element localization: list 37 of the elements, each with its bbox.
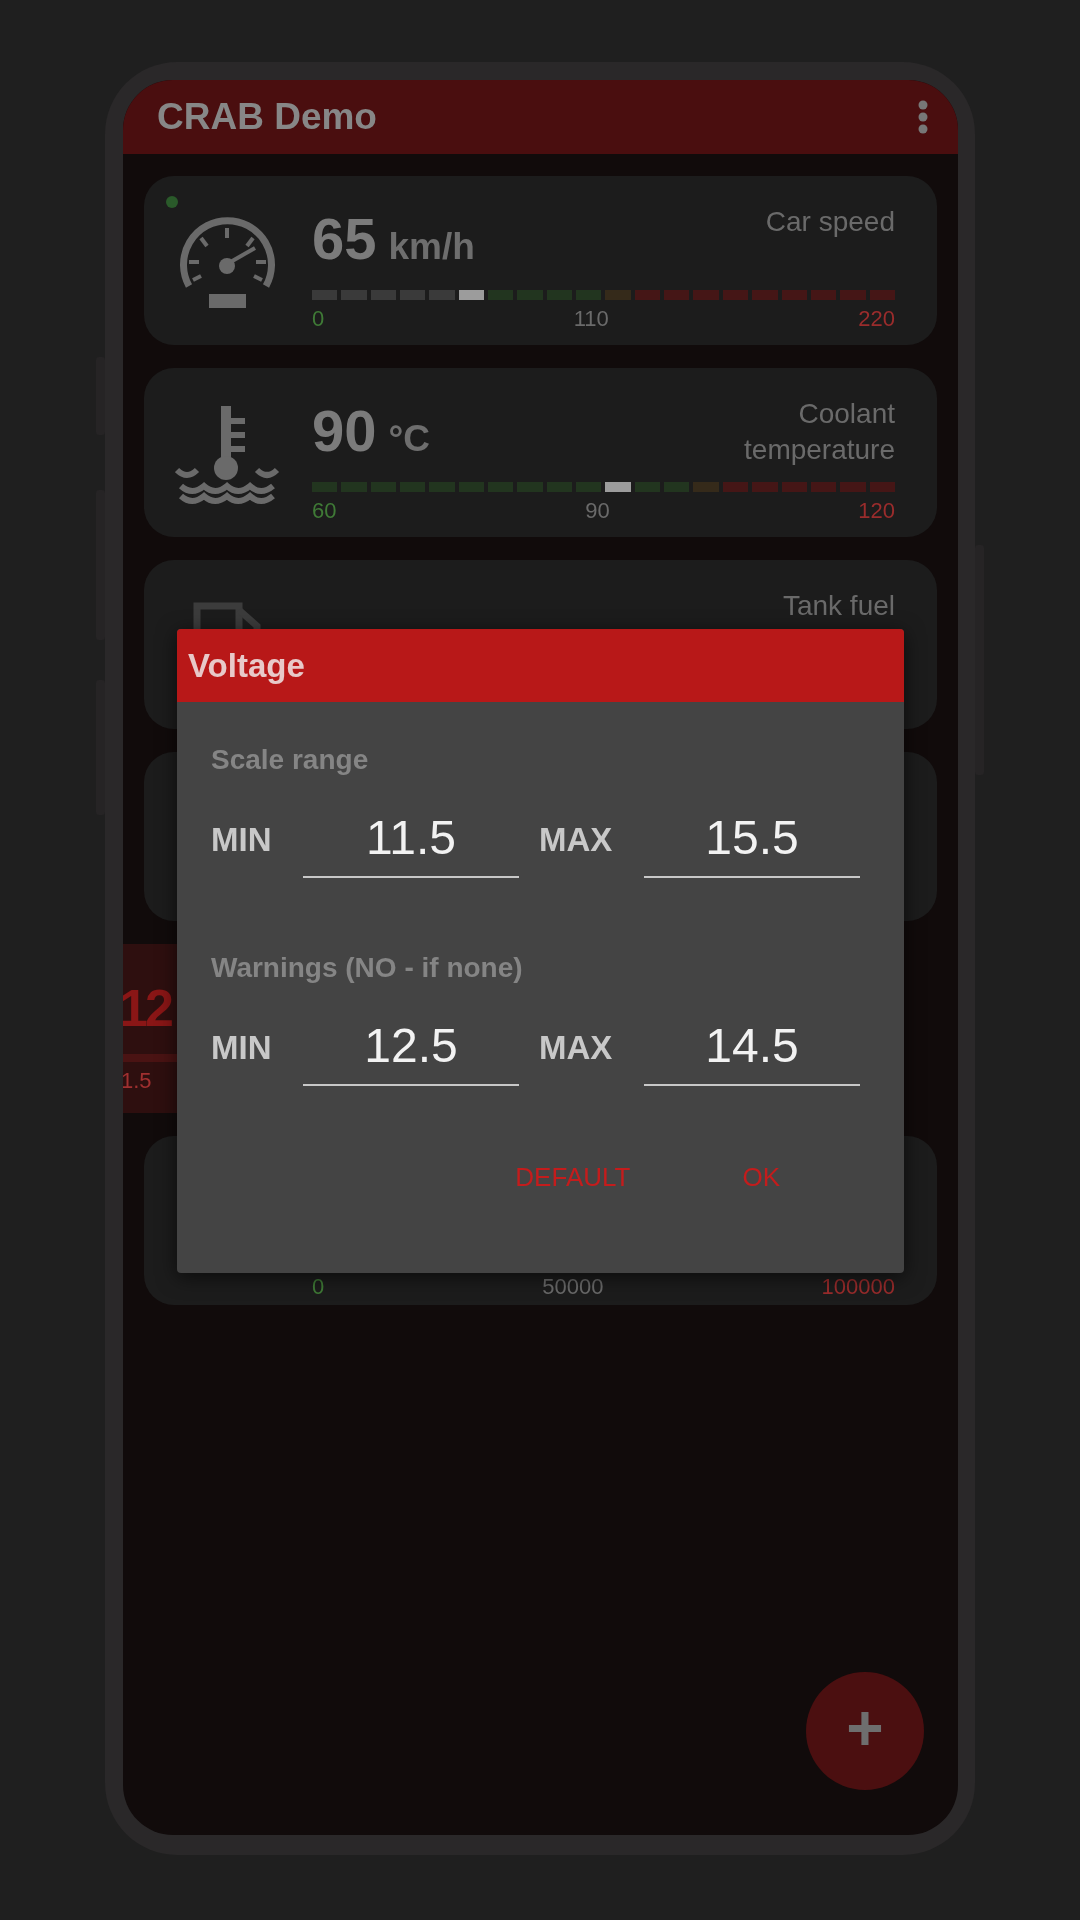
field-label: MAX (539, 821, 614, 859)
section-heading: Scale range (211, 743, 370, 777)
input-field[interactable]: 15.5 (644, 802, 860, 878)
gauge-label: Car speed (764, 205, 895, 239)
scale-label: 1.5 (123, 1068, 153, 1094)
warning-bar (123, 1054, 177, 1062)
field-label: MIN (211, 821, 273, 859)
add-button[interactable]: + (806, 1672, 924, 1790)
gauge-value: 65 (312, 205, 377, 273)
scale-label: 0 (312, 1274, 325, 1300)
scale-label: 220 (858, 306, 895, 332)
gauge-unit: km/h (388, 225, 475, 269)
warning-card[interactable]: 12 1.5 (123, 944, 177, 1113)
gauge-card[interactable]: 65 km/h Car speed 0 110 220 (144, 176, 937, 345)
input-field[interactable]: 14.5 (644, 1010, 860, 1086)
coolant-temperature-icon (175, 406, 280, 506)
app-title: CRAB Demo (157, 96, 377, 138)
field-label: MAX (539, 1029, 614, 1067)
scale-label: 60 (312, 498, 337, 524)
scale-label: 90 (585, 498, 610, 524)
scale-label: 100000 (821, 1274, 895, 1300)
input-field[interactable]: 11.5 (303, 802, 519, 878)
gauge-unit: °C (388, 417, 431, 461)
section-heading: Warnings (NO - if none) (211, 951, 524, 985)
scale-label: 0 (312, 306, 325, 332)
scale-label: 110 (573, 306, 609, 332)
scale-label: 50000 (542, 1274, 604, 1300)
field-label: MIN (211, 1029, 273, 1067)
dialog-title: Voltage (188, 646, 305, 685)
input-field[interactable]: 12.5 (303, 1010, 519, 1086)
gauge-value: 12 (123, 980, 173, 1036)
more-options-icon[interactable] (918, 100, 928, 134)
gauge-value: 90 (312, 397, 377, 465)
gauge-card[interactable]: 90 °C Coolant temperature 60 90 120 (144, 368, 937, 537)
gauge-label: Coolant temperature (743, 397, 895, 467)
gauge-label: Tank fuel (781, 589, 895, 623)
scale-label: 120 (858, 498, 895, 524)
